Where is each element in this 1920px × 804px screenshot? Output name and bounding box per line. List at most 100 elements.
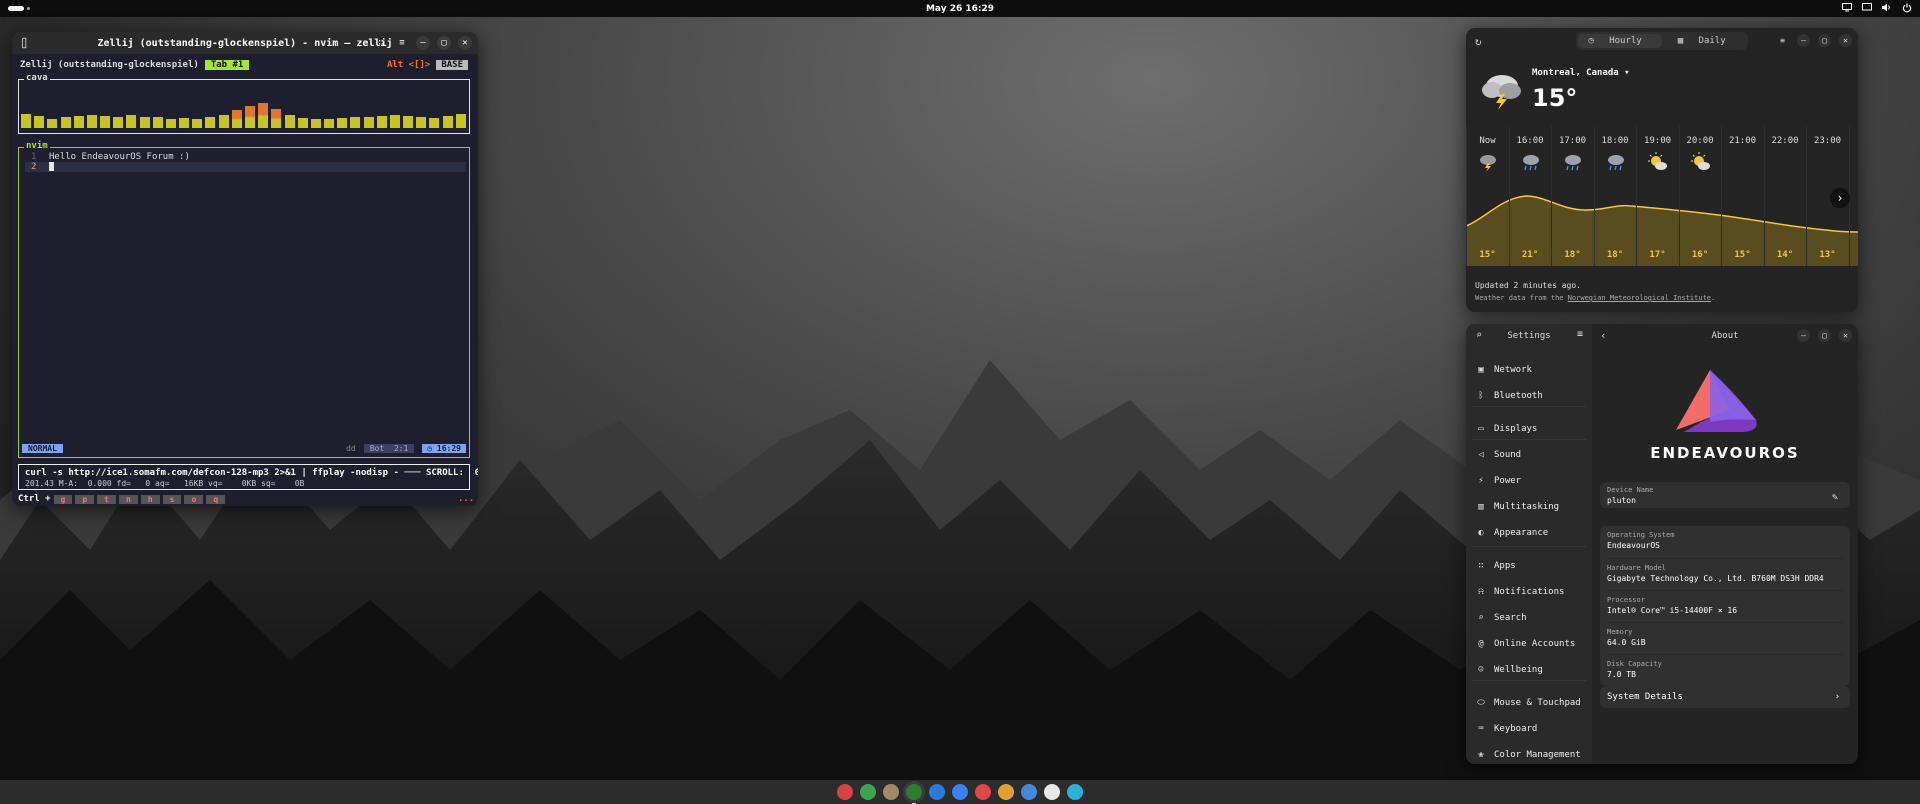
next-button[interactable]: › <box>1830 188 1850 208</box>
volume-icon[interactable] <box>1881 2 1892 13</box>
hour-temp: 13° <box>1819 250 1836 260</box>
ffplay-pane[interactable]: curl -s http://ice1.somafm.com/defcon-12… <box>18 464 478 490</box>
tab-hourly[interactable]: ◷ Hourly <box>1578 34 1662 48</box>
divider <box>1472 680 1586 681</box>
search-icon[interactable]: ⌕ <box>1476 330 1482 341</box>
maximize-button[interactable]: ▢ <box>1818 329 1831 342</box>
sidebar-item-appearance[interactable]: ◐ Appearance <box>1476 526 1548 540</box>
system-details-button[interactable]: System Details › <box>1600 686 1850 708</box>
hourly-forecast[interactable]: Now 15° 16:00 21° 17:00 18° 18:00 18° 19:00 17° 20… <box>1466 126 1858 266</box>
sidebar-item-mouse-touchpad[interactable]: ⬭ Mouse & Touchpad <box>1476 696 1581 710</box>
refresh-icon[interactable]: ↻ <box>1475 35 1482 48</box>
maximize-button[interactable]: ▢ <box>1818 34 1831 47</box>
dock-app-2-icon[interactable] <box>860 784 876 800</box>
hour-column: 22:00 14° <box>1763 126 1806 266</box>
dock-app-7-icon[interactable] <box>975 784 991 800</box>
dock-app-9-icon[interactable] <box>1021 784 1037 800</box>
source-link[interactable]: Norwegian Meteorological Institute <box>1568 294 1711 302</box>
close-button[interactable]: ✕ <box>1839 34 1852 47</box>
edit-icon[interactable]: ✎ <box>1832 492 1838 503</box>
system-tray[interactable] <box>1841 2 1912 13</box>
back-button[interactable]: ‹ <box>1600 329 1607 342</box>
sidebar-item-wellbeing[interactable]: ☺ Wellbeing <box>1476 663 1543 677</box>
sidebar-item-notifications[interactable]: ⍾ Notifications <box>1476 585 1564 599</box>
keybind-t[interactable]: t <box>97 494 116 504</box>
grid-icon[interactable]: ∷ <box>374 36 388 50</box>
sidebar-item-online-accounts[interactable]: @ Online Accounts <box>1476 637 1575 651</box>
keybind-q[interactable]: q <box>206 494 226 504</box>
system-info-card: Operating System EndeavourOS Hardware Mo… <box>1600 526 1850 686</box>
status-position: Bot 2:1 <box>363 443 415 453</box>
rain-icon <box>1522 155 1539 171</box>
status-time: ◷ 16:29 <box>422 443 466 453</box>
keybind-o[interactable]: o <box>184 494 204 504</box>
top-bar: May 26 16:29 <box>0 0 1920 17</box>
menu-icon[interactable]: ≡ <box>395 36 409 50</box>
zellij-tab[interactable]: Tab #1 <box>204 59 250 70</box>
dock-app-1-icon[interactable] <box>837 784 853 800</box>
sidebar-item-keyboard[interactable]: ⌨ Keyboard <box>1476 722 1537 736</box>
dock-app-11-icon[interactable] <box>1067 784 1083 800</box>
dock-app-10-icon[interactable] <box>1044 784 1060 800</box>
display-icon[interactable] <box>1861 2 1872 13</box>
updated-text: Updated 2 minutes ago. <box>1475 281 1581 290</box>
clock[interactable]: May 26 16:29 <box>926 4 994 14</box>
power-icon[interactable] <box>1901 2 1912 13</box>
menu-icon[interactable]: ≡ <box>1776 34 1789 47</box>
minimize-button[interactable]: – <box>1797 329 1810 342</box>
sidebar-item-power[interactable]: ⚡ Power <box>1476 474 1521 488</box>
activities-button[interactable] <box>8 6 24 11</box>
keybind-h[interactable]: h <box>140 494 160 504</box>
dock-app-3-icon[interactable] <box>883 784 899 800</box>
minimize-button[interactable]: – <box>1797 34 1810 47</box>
dock-app-5-icon[interactable] <box>929 784 945 800</box>
keybind-n[interactable]: n <box>119 494 138 504</box>
view-switcher[interactable]: ◷ Hourly ▦ Daily <box>1576 32 1748 50</box>
cava-bar <box>258 103 269 128</box>
cava-bar <box>271 109 282 128</box>
apps-icon: ∷ <box>1478 561 1484 571</box>
menu-icon[interactable]: ≡ <box>1577 329 1583 340</box>
sidebar-item-apps[interactable]: ∷ Apps <box>1476 559 1515 573</box>
sidebar-item-network[interactable]: ▣ Network <box>1476 363 1532 377</box>
terminal-window[interactable]: ⌷ Zellij (outstanding-glockenspiel) - nv… <box>12 32 478 506</box>
new-tab-icon[interactable]: ⌷ <box>21 37 28 50</box>
settings-window[interactable]: ⌕ Settings ≡ ▣ Network ᛒ Bluetooth ▭ Displays… <box>1466 324 1858 764</box>
hour-column: 19:00 17° <box>1636 126 1678 266</box>
hour-temp: 15° <box>1734 250 1751 260</box>
weather-window[interactable]: ↻ ◷ Hourly ▦ Daily ≡ – ▢ ✕ Montreal, Can… <box>1466 28 1858 312</box>
dock-app-6-icon[interactable] <box>952 784 968 800</box>
nvim-line-1[interactable]: 1 Hello EndeavourOS Forum :) <box>31 152 190 162</box>
sidebar-item-sound[interactable]: ◁ Sound <box>1476 448 1521 462</box>
sidebar-item-multitasking[interactable]: ▥ Multitasking <box>1476 500 1559 514</box>
minimize-button[interactable]: – <box>416 36 430 50</box>
terminal-header[interactable]: ⌷ Zellij (outstanding-glockenspiel) - nv… <box>12 32 478 54</box>
cava-bar <box>310 119 321 128</box>
workspace-dot[interactable] <box>27 7 30 10</box>
screen-share-icon[interactable] <box>1841 2 1852 13</box>
nvim-pane[interactable]: nvim 1 Hello EndeavourOS Forum :) 2 NORMA… <box>18 141 470 458</box>
cava-bar <box>403 116 414 128</box>
sidebar-item-color-management[interactable]: ❀ Color Management <box>1476 748 1580 762</box>
sidebar-title: Settings <box>1507 331 1551 341</box>
device-name-card[interactable]: Device Name pluton ✎ <box>1600 482 1850 508</box>
close-button[interactable]: ✕ <box>1839 329 1852 342</box>
sidebar-item-search[interactable]: ⌕ Search <box>1476 611 1526 625</box>
keybind-p[interactable]: p <box>75 494 95 504</box>
weather-header[interactable]: ↻ ◷ Hourly ▦ Daily ≡ – ▢ ✕ <box>1466 28 1858 54</box>
nvim-line-2[interactable]: 2 <box>25 162 466 172</box>
location-selector[interactable]: Montreal, Canada ▾ <box>1532 68 1630 78</box>
hour-time: 19:00 <box>1643 136 1672 146</box>
keybind-s[interactable]: s <box>162 494 182 504</box>
sidebar-item-displays[interactable]: ▭ Displays <box>1476 422 1537 436</box>
dock-app-terminal-icon[interactable] <box>906 784 922 804</box>
keybind-g[interactable]: g <box>53 494 73 504</box>
about-header: ‹ About – ▢ ✕ <box>1592 324 1858 348</box>
tab-daily[interactable]: ▦ Daily <box>1668 34 1746 48</box>
dock-app-8-icon[interactable] <box>998 784 1014 800</box>
cava-pane[interactable]: cava <box>18 73 470 134</box>
sidebar-item-bluetooth[interactable]: ᛒ Bluetooth <box>1476 389 1542 403</box>
sidebar-item-label: Displays <box>1494 424 1538 434</box>
close-button[interactable]: ✕ <box>458 36 472 50</box>
maximize-button[interactable]: ▢ <box>437 36 451 50</box>
